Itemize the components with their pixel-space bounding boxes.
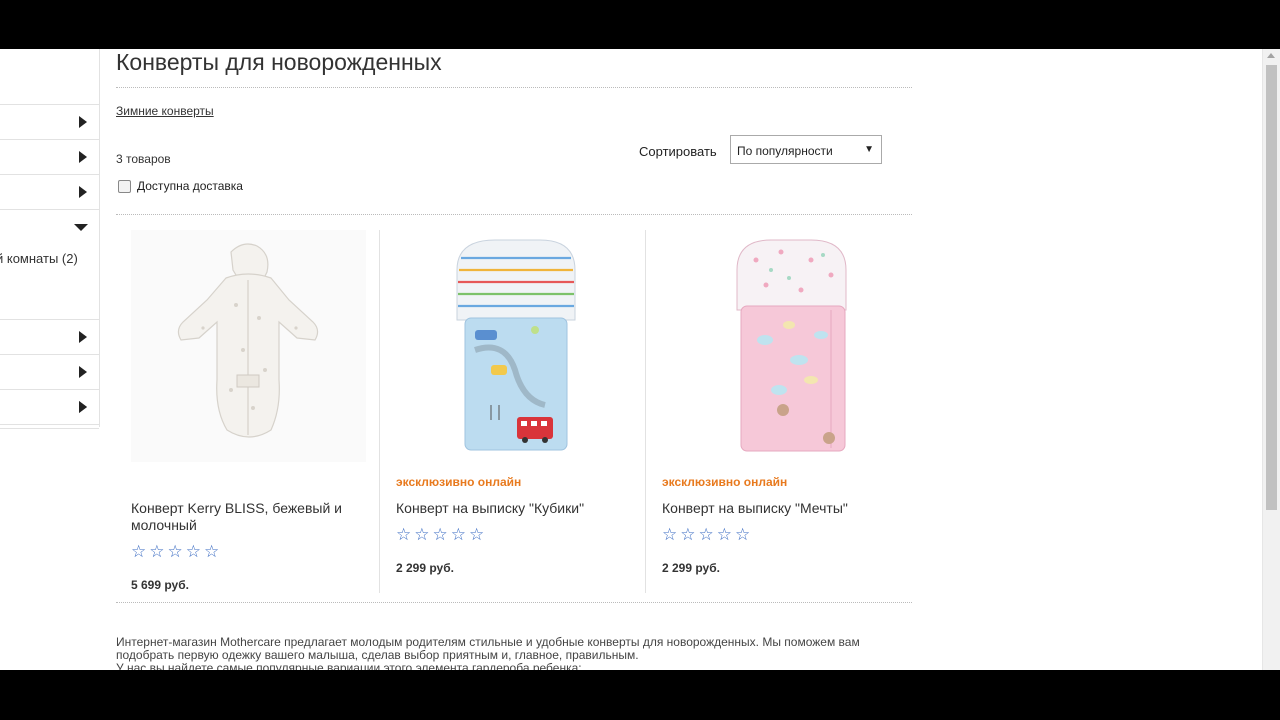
sidebar-item-8[interactable] (0, 389, 99, 429)
rating-stars[interactable]: ☆☆☆☆☆ (396, 525, 487, 545)
product-price: 2 299 руб. (396, 561, 454, 575)
caret-down-icon: ▼ (864, 144, 874, 155)
triangle-right-icon[interactable] (79, 116, 87, 128)
scrollbar-thumb[interactable] (1266, 65, 1277, 510)
product-name[interactable]: Конверт на выписку "Мечты" (662, 500, 902, 517)
category-sidebar: й комнаты (2) (0, 49, 100, 427)
sidebar-subitem[interactable]: й комнаты (2) (0, 251, 82, 266)
sidebar-item-6[interactable] (0, 354, 99, 389)
subcategory-link[interactable]: Зимние конверты (116, 104, 214, 118)
product-card[interactable]: Конверт Kerry BLISS, бежевый и молочный … (116, 230, 379, 593)
product-price: 2 299 руб. (662, 561, 720, 575)
product-price: 5 699 руб. (131, 578, 189, 592)
triangle-right-icon[interactable] (79, 331, 87, 343)
sort-label: Сортировать (639, 144, 717, 159)
product-image[interactable] (395, 230, 630, 462)
sort-select-value: По популярности (737, 144, 833, 158)
delivery-filter-label: Доступна доставка (137, 179, 243, 193)
triangle-right-icon[interactable] (79, 151, 87, 163)
product-grid: Конверт Kerry BLISS, бежевый и молочный … (116, 230, 912, 593)
delivery-filter[interactable]: Доступна доставка (118, 179, 243, 193)
description-line: У нас вы найдете самые популярные вариац… (116, 661, 582, 671)
vertical-scrollbar[interactable] (1262, 49, 1280, 670)
scroll-up-icon[interactable] (1267, 53, 1275, 58)
divider (116, 214, 912, 215)
exclusive-tag: эксклюзивно онлайн (396, 475, 522, 489)
triangle-right-icon[interactable] (79, 186, 87, 198)
divider (116, 87, 912, 88)
product-image[interactable] (661, 230, 896, 462)
product-name[interactable]: Конверт на выписку "Кубики" (396, 500, 636, 517)
rating-stars[interactable]: ☆☆☆☆☆ (662, 525, 753, 545)
sidebar-item-2[interactable] (0, 139, 99, 174)
triangle-right-icon[interactable] (79, 401, 87, 413)
rating-stars[interactable]: ☆☆☆☆☆ (131, 542, 222, 562)
product-card[interactable]: эксклюзивно онлайн Конверт на выписку "К… (379, 230, 645, 593)
page-title: Конверты для новорожденных (116, 49, 442, 75)
product-image[interactable] (131, 230, 366, 462)
product-card[interactable]: эксклюзивно онлайн Конверт на выписку "М… (645, 230, 911, 593)
triangle-right-icon[interactable] (79, 366, 87, 378)
delivery-checkbox[interactable] (118, 179, 131, 193)
divider (116, 602, 912, 603)
product-name[interactable]: Конверт Kerry BLISS, бежевый и молочный (131, 500, 371, 534)
sidebar-item-3[interactable] (0, 174, 99, 209)
sidebar-item-1[interactable] (0, 104, 99, 139)
sidebar-item-5[interactable] (0, 319, 99, 354)
sort-select[interactable]: По популярности ▼ (730, 135, 882, 164)
browser-viewport: й комнаты (2) Конверты для новорожденных… (0, 49, 1280, 670)
item-count: 3 товаров (116, 152, 171, 166)
exclusive-tag: эксклюзивно онлайн (662, 475, 788, 489)
category-description: Интернет-магазин Mothercare предлагает м… (116, 636, 916, 671)
triangle-down-icon[interactable] (74, 224, 88, 231)
